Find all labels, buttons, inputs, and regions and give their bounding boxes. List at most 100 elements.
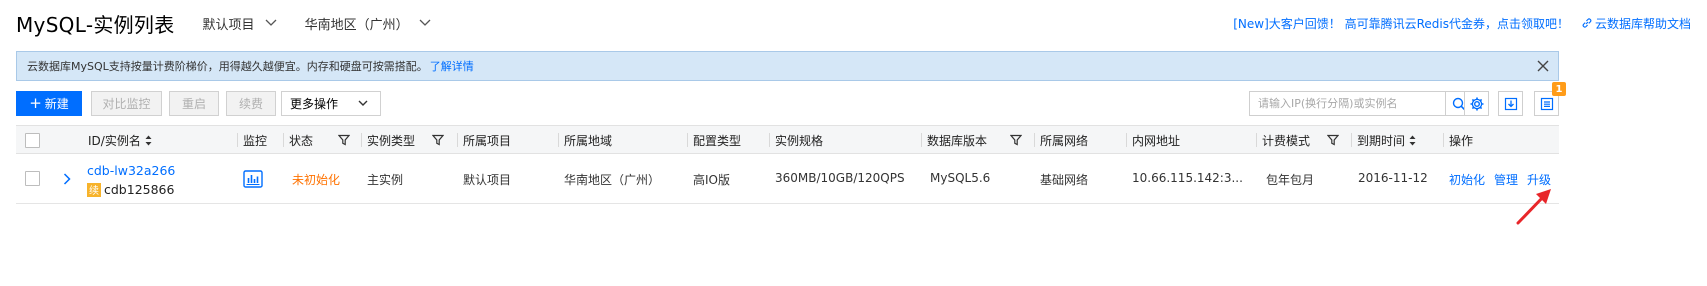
help-doc-label: 云数据库帮助文档 — [1594, 16, 1691, 31]
renew-badge: 续 — [87, 182, 101, 197]
network-value: 基础网络 — [1040, 173, 1089, 187]
settings-button[interactable] — [1464, 91, 1489, 116]
promo-link[interactable]: [New]大客户回馈！ 高可靠腾讯云Redis代金券，点击领取吧！ — [1233, 15, 1569, 32]
column-divider — [283, 133, 284, 147]
col-ip: 内网地址 — [1126, 126, 1181, 154]
table-row: cdb-lw32a266 续 cdb125866 未初始化 主实例 默认项目 华… — [16, 154, 1559, 204]
expire-value: 2016-11-12 — [1358, 171, 1428, 185]
new-instance-label: 新建 — [44, 97, 69, 111]
column-divider — [361, 133, 362, 147]
col-ops: 操作 — [1443, 126, 1474, 154]
col-spec: 实例规格 — [769, 126, 823, 154]
instance-name-cell: 续 cdb125866 — [87, 182, 174, 197]
notification-badge: 1 — [1552, 82, 1566, 96]
plus-icon: + — [29, 94, 42, 112]
col-project: 所属项目 — [457, 126, 511, 154]
gear-icon — [1470, 97, 1483, 110]
billing-value: 包年包月 — [1266, 173, 1315, 187]
sort-icon[interactable] — [1409, 135, 1416, 146]
link-icon — [1582, 18, 1592, 28]
new-instance-button[interactable]: + 新建 — [16, 91, 82, 116]
chevron-down-icon — [265, 19, 277, 26]
row-select-cell — [25, 171, 40, 186]
col-expire-label: 到期时间 — [1357, 133, 1406, 148]
col-config: 配置类型 — [687, 126, 741, 154]
column-divider — [1034, 133, 1035, 147]
project-value: 默认项目 — [463, 173, 512, 187]
close-icon[interactable] — [1536, 59, 1550, 73]
col-status-label: 状态 — [289, 133, 314, 148]
project-dropdown-label: 默认项目 — [202, 17, 255, 33]
list-icon — [1540, 97, 1553, 110]
download-icon — [1504, 97, 1517, 110]
notice-bar: 云数据库MySQL支持按量计费阶梯价，用得越久越便宜。内存和硬盘可按需搭配。 了… — [16, 51, 1559, 81]
column-divider — [558, 133, 559, 147]
instance-id-link[interactable]: cdb-lw32a266 — [87, 163, 175, 178]
project-dropdown[interactable]: 默认项目 — [203, 14, 277, 33]
renew-button[interactable]: 续费 — [226, 91, 276, 116]
restart-button[interactable]: 重启 — [169, 91, 219, 116]
chevron-down-icon — [358, 100, 368, 106]
instance-name: cdb125866 — [104, 182, 175, 197]
col-expire[interactable]: 到期时间 — [1351, 126, 1416, 154]
filter-icon[interactable] — [1010, 134, 1022, 146]
col-version: 数据库版本 — [921, 126, 988, 154]
table-header: ID/实例名 监控 状态 实例类型 所属项目 所属地域 配置类型 实例规格 数据… — [16, 125, 1559, 154]
select-all-cell — [25, 126, 40, 154]
col-id-label: ID/实例名 — [88, 133, 141, 148]
column-divider — [769, 133, 770, 147]
column-divider — [687, 133, 688, 147]
col-region: 所属地域 — [558, 126, 613, 154]
instance-id-cell: cdb-lw32a266 — [87, 163, 175, 178]
annotation-arrow-icon — [1516, 189, 1551, 225]
config-value: 高IO版 — [693, 173, 730, 187]
row-checkbox[interactable] — [25, 171, 40, 186]
page-title: MySQL-实例列表 — [16, 12, 175, 37]
filter-icon[interactable] — [432, 134, 444, 146]
version-value: MySQL5.6 — [930, 171, 991, 185]
more-operations-label: 更多操作 — [290, 97, 339, 111]
search-input[interactable] — [1250, 92, 1430, 115]
filter-icon[interactable] — [338, 134, 350, 146]
col-ip-label: 内网地址 — [1132, 133, 1181, 148]
chevron-right-icon[interactable] — [63, 173, 71, 185]
more-operations-dropdown[interactable]: 更多操作 — [281, 91, 381, 116]
compare-monitor-button[interactable]: 对比监控 — [91, 91, 162, 116]
col-type-label: 实例类型 — [367, 133, 416, 148]
instance-search-box — [1249, 91, 1472, 116]
monitor-chart-icon[interactable] — [243, 170, 263, 188]
column-divider — [1126, 133, 1127, 147]
region-value: 华南地区（广州） — [564, 173, 661, 187]
filter-icon[interactable] — [1327, 134, 1339, 146]
task-list-button[interactable]: 1 — [1534, 82, 1566, 116]
chevron-down-icon — [419, 19, 431, 26]
col-billing: 计费模式 — [1256, 126, 1311, 154]
col-monitor: 监控 — [237, 126, 268, 154]
region-dropdown[interactable]: 华南地区（广州） — [305, 14, 431, 33]
col-region-label: 所属地域 — [564, 133, 613, 148]
sort-icon[interactable] — [145, 135, 152, 146]
notice-learn-more-link[interactable]: 了解详情 — [430, 58, 474, 74]
col-network-label: 所属网络 — [1040, 133, 1089, 148]
download-button[interactable] — [1498, 91, 1523, 116]
col-version-label: 数据库版本 — [927, 133, 988, 148]
ip-value: 10.66.115.142:3... — [1132, 171, 1243, 185]
col-id[interactable]: ID/实例名 — [88, 126, 152, 154]
col-billing-label: 计费模式 — [1262, 133, 1311, 148]
select-all-checkbox[interactable] — [25, 132, 40, 148]
toolbar: + 新建 对比监控 重启 续费 更多操作 1 — [16, 82, 1707, 117]
col-ops-label: 操作 — [1449, 133, 1474, 148]
type-value: 主实例 — [367, 173, 404, 187]
col-status: 状态 — [283, 126, 314, 154]
column-divider — [1256, 133, 1257, 147]
help-doc-link[interactable]: 云数据库帮助文档 — [1581, 15, 1691, 32]
col-network: 所属网络 — [1034, 126, 1089, 154]
status-value: 未初始化 — [292, 173, 341, 187]
col-monitor-label: 监控 — [243, 133, 268, 148]
notice-text: 云数据库MySQL支持按量计费阶梯价，用得越久越便宜。内存和硬盘可按需搭配。 — [27, 60, 428, 73]
instance-table: ID/实例名 监控 状态 实例类型 所属项目 所属地域 配置类型 实例规格 数据… — [16, 125, 1559, 204]
column-divider — [237, 133, 238, 147]
column-divider — [1443, 133, 1444, 147]
initialize-link[interactable]: 初始化 — [1449, 171, 1485, 188]
col-type: 实例类型 — [361, 126, 416, 154]
